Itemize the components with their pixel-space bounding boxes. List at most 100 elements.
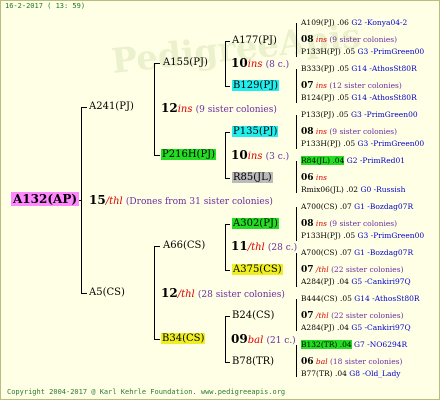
reference-breed: ins (313, 127, 327, 136)
branch-line (296, 253, 297, 287)
reference-row[interactable]: A700(CS) .07 G1 -Bozdag07R (301, 202, 413, 212)
reference-queen: B132(TR) .04 (301, 340, 352, 349)
reference-row[interactable]: B444(CS) .05 G14 -AthosSt80R (301, 294, 420, 304)
reference-queen: Rmix06(JL) .02 (301, 185, 359, 194)
reference-queen: B444(CS) .05 (301, 294, 352, 303)
gen1-top[interactable]: A241(PJ) (89, 101, 134, 113)
gen2-c-info: 11/thl (28 c.) (231, 239, 298, 253)
reference-row[interactable]: B132(TR) .04 G7 -NO6294R (301, 340, 407, 350)
reference-code: G14 -AthosSt80R (349, 93, 417, 102)
branch-line (225, 132, 230, 133)
gen3-1[interactable]: A177(PJ) (232, 35, 277, 47)
gen1-bottom[interactable]: A5(CS) (89, 287, 125, 299)
branch-line (154, 339, 160, 340)
gen2-d[interactable]: B34(CS) (161, 333, 206, 345)
reference-queen: B124(PJ) .05 (301, 93, 350, 102)
reference-row[interactable]: A284(PJ) .04 G5 -Cankiri97Q (301, 277, 411, 287)
reference-year: 07 (301, 265, 314, 275)
branch-line (296, 69, 297, 103)
gen3-6[interactable]: A375(CS) (232, 264, 283, 276)
reference-row[interactable]: P133H(PJ) .05 G3 -PrimGreen00 (301, 139, 424, 149)
branch-line (296, 161, 297, 193)
gen1-bottom-info: 12/thl (28 sister colonies) (161, 286, 285, 300)
reference-code: G1 -Bozdag07R (351, 248, 414, 257)
gen3-8[interactable]: B78(TR) (232, 356, 274, 368)
gen3-2[interactable]: B129(PJ) (232, 80, 279, 92)
reference-row[interactable]: B333(PJ) .05 G14 -AthosSt80R (301, 64, 417, 74)
branch-line (296, 207, 297, 241)
reference-sisters: (22 sister colonies) (328, 311, 404, 320)
reference-row[interactable]: R84(JL) .04 G2 -PrimRed01 (301, 156, 405, 166)
branch-line (225, 86, 230, 87)
reference-queen: R84(JL) .04 (301, 156, 345, 165)
gen2-a-info: 10ins (8 c.) (231, 56, 290, 70)
branch-line (225, 316, 226, 362)
reference-row[interactable]: P133H(PJ) .05 G3 -PrimGreen00 (301, 47, 424, 57)
branch-line (225, 224, 230, 225)
reference-year: 07 (301, 311, 314, 321)
reference-code: G3 -PrimGreen00 (355, 231, 425, 240)
reference-row[interactable]: P133(PJ) .05 G3 -PrimGreen00 (301, 110, 418, 120)
reference-breed: ins (313, 81, 327, 90)
reference-queen: B333(PJ) .05 (301, 64, 350, 73)
gen2-c[interactable]: A66(CS) (163, 240, 205, 252)
branch-line (225, 270, 230, 271)
branch-line (154, 246, 160, 247)
gen1-top-info: 12ins (9 sister colonies) (161, 101, 277, 115)
reference-row[interactable]: A700(CS) .07 G1 -Bozdag07R (301, 248, 413, 258)
reference-queen: B77(TR) .04 (301, 369, 347, 378)
reference-sisters: (18 sister colonies) (327, 357, 403, 366)
gen3-5[interactable]: A302(PJ) (232, 218, 279, 230)
reference-code: G0 -Russish (358, 185, 406, 194)
reference-year-row: 08 ins (9 sister colonies) (301, 219, 397, 229)
reference-year: 08 (301, 35, 314, 45)
reference-code: G1 -Bozdag07R (351, 202, 414, 211)
pedigree-frame: PedigreeApis 16-2-2017 ( 13: 59) A132(AP… (0, 0, 440, 400)
reference-breed: bal (313, 357, 328, 366)
reference-queen: A700(CS) .07 (301, 248, 352, 257)
gen3-7[interactable]: B24(CS) (232, 310, 274, 322)
reference-row[interactable]: Rmix06(JL) .02 G0 -Russish (301, 185, 405, 195)
reference-row[interactable]: B77(TR) .04 G8 -Old_Lady (301, 369, 401, 379)
reference-queen: A284(PJ) .04 (301, 277, 349, 286)
reference-breed: ins (313, 219, 327, 228)
gen3-4[interactable]: R85(JL) (232, 172, 273, 184)
copyright: Copyright 2004-2017 @ Karl Kehrle Founda… (7, 388, 286, 396)
branch-line (225, 41, 230, 42)
reference-row[interactable]: P133H(PJ) .05 G3 -PrimGreen00 (301, 231, 424, 241)
reference-year-row: 08 ins (9 sister colonies) (301, 127, 397, 137)
gen2-b-info: 10ins (3 c.) (231, 148, 290, 162)
reference-code: G14 -AthosSt80R (351, 294, 420, 303)
branch-line (81, 107, 87, 108)
reference-code: G8 -Old_Lady (346, 369, 401, 378)
reference-code: G3 -PrimGreen00 (355, 47, 425, 56)
branch-line (225, 132, 226, 178)
root-info: 15/thl (Drones from 31 sister colonies) (89, 193, 273, 207)
gen3-3[interactable]: P135(PJ) (232, 126, 279, 138)
branch-line (225, 224, 226, 270)
reference-row[interactable]: B124(PJ) .05 G14 -AthosSt80R (301, 93, 417, 103)
root-queen[interactable]: A132(AP) (11, 192, 80, 207)
reference-breed: /thl (313, 311, 329, 320)
reference-code: G3 -PrimGreen00 (355, 139, 425, 148)
reference-year-row: 07 /thl (22 sister colonies) (301, 311, 404, 321)
gen2-a[interactable]: A155(PJ) (163, 57, 208, 69)
branch-line (81, 293, 87, 294)
reference-code: G2 -Konya04-2 (348, 18, 408, 27)
reference-sisters: (22 sister colonies) (328, 265, 404, 274)
gen2-b[interactable]: P216H(PJ) (161, 149, 217, 161)
reference-code: G3 -PrimGreen00 (348, 110, 418, 119)
branch-line (296, 23, 297, 57)
reference-year: 06 (301, 357, 314, 367)
reference-row[interactable]: A284(PJ) .04 G5 -Cankiri97Q (301, 323, 411, 333)
reference-row[interactable]: A109(PJ) .06 G2 -Konya04-2 (301, 18, 407, 28)
reference-year: 06 (301, 173, 314, 183)
reference-breed: ins (313, 173, 327, 182)
reference-code: G14 -AthosSt80R (349, 64, 417, 73)
branch-line (154, 63, 160, 64)
reference-year-row: 07 /thl (22 sister colonies) (301, 265, 404, 275)
reference-queen: P133(PJ) .05 (301, 110, 349, 119)
reference-queen: P133H(PJ) .05 (301, 47, 356, 56)
reference-year-row: 08 ins (9 sister colonies) (301, 35, 397, 45)
reference-breed: ins (313, 35, 327, 44)
